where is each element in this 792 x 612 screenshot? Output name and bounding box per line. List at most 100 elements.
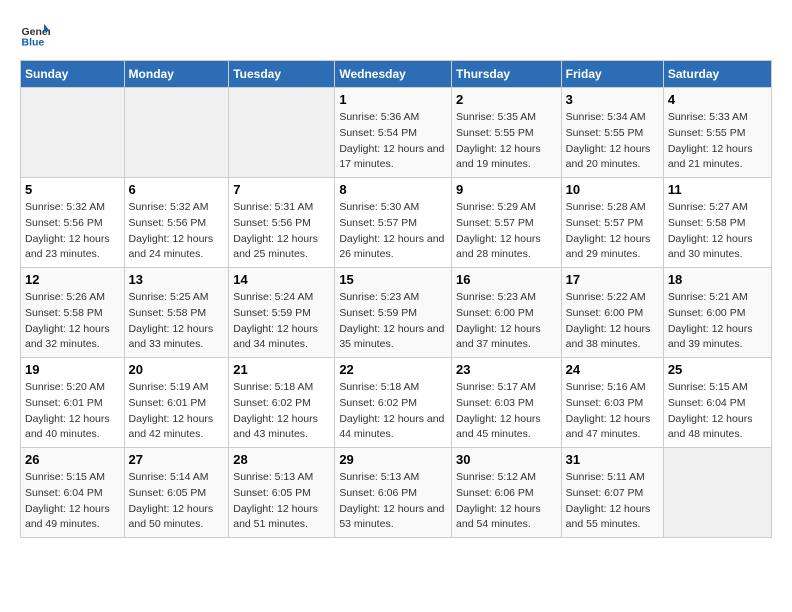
day-cell: 15Sunrise: 5:23 AM Sunset: 5:59 PM Dayli… — [335, 268, 452, 358]
week-row-3: 12 Sunrise: 5:26 AM Sunset: 5:58 PM Dayli… — [21, 268, 772, 358]
day-info: Sunrise: 5:31 AM Sunset: 5:56 PM Dayligh… — [233, 200, 330, 263]
day-cell: 25 Sunrise: 5:15 AM Sunset: 6:04 PM Dayli… — [663, 358, 771, 448]
day-info: Sunrise: 5:25 AM Sunset: 5:58 PM Dayligh… — [129, 290, 225, 353]
day-number: 7 — [233, 182, 330, 197]
day-number: 20 — [129, 362, 225, 377]
day-number: 22 — [339, 362, 447, 377]
day-info: Sunrise: 5:15 AM Sunset: 6:04 PM Dayligh… — [25, 470, 120, 533]
day-cell: 11 Sunrise: 5:27 AM Sunset: 5:58 PM Dayli… — [663, 178, 771, 268]
day-info: Sunrise: 5:29 AM Sunset: 5:57 PM Dayligh… — [456, 200, 557, 263]
day-cell: 7 Sunrise: 5:31 AM Sunset: 5:56 PM Daylig… — [229, 178, 335, 268]
day-cell: 13 Sunrise: 5:25 AM Sunset: 5:58 PM Dayli… — [124, 268, 229, 358]
day-info: Sunrise: 5:30 AM Sunset: 5:57 PM Dayligh… — [339, 200, 447, 263]
day-number: 11 — [668, 182, 767, 197]
day-number: 12 — [25, 272, 120, 287]
day-info: Sunrise: 5:24 AM Sunset: 5:59 PM Dayligh… — [233, 290, 330, 353]
logo: General Blue — [20, 20, 54, 50]
day-number: 26 — [25, 452, 120, 467]
day-cell: 18Sunrise: 5:21 AM Sunset: 6:00 PM Dayli… — [663, 268, 771, 358]
day-header-thursday: Thursday — [452, 61, 562, 88]
day-info: Sunrise: 5:18 AM Sunset: 6:02 PM Dayligh… — [233, 380, 330, 443]
day-info: Sunrise: 5:20 AM Sunset: 6:01 PM Dayligh… — [25, 380, 120, 443]
day-cell: 20Sunrise: 5:19 AM Sunset: 6:01 PM Dayli… — [124, 358, 229, 448]
day-info: Sunrise: 5:36 AM Sunset: 5:54 PM Dayligh… — [339, 110, 447, 173]
day-cell: 30 Sunrise: 5:12 AM Sunset: 6:06 PM Dayli… — [452, 448, 562, 538]
day-cell: 2 Sunrise: 5:35 AM Sunset: 5:55 PM Daylig… — [452, 88, 562, 178]
day-cell: 4 Sunrise: 5:33 AM Sunset: 5:55 PM Daylig… — [663, 88, 771, 178]
day-info: Sunrise: 5:17 AM Sunset: 6:03 PM Dayligh… — [456, 380, 557, 443]
day-cell: 8 Sunrise: 5:30 AM Sunset: 5:57 PM Daylig… — [335, 178, 452, 268]
day-number: 10 — [566, 182, 659, 197]
day-info: Sunrise: 5:27 AM Sunset: 5:58 PM Dayligh… — [668, 200, 767, 263]
day-cell: 26 Sunrise: 5:15 AM Sunset: 6:04 PM Dayli… — [21, 448, 125, 538]
day-header-friday: Friday — [561, 61, 663, 88]
day-info: Sunrise: 5:35 AM Sunset: 5:55 PM Dayligh… — [456, 110, 557, 173]
day-info: Sunrise: 5:32 AM Sunset: 5:56 PM Dayligh… — [25, 200, 120, 263]
day-number: 13 — [129, 272, 225, 287]
day-cell: 19 Sunrise: 5:20 AM Sunset: 6:01 PM Dayli… — [21, 358, 125, 448]
day-cell: 23 Sunrise: 5:17 AM Sunset: 6:03 PM Dayli… — [452, 358, 562, 448]
day-number: 4 — [668, 92, 767, 107]
day-cell: 3Sunrise: 5:34 AM Sunset: 5:55 PM Daylig… — [561, 88, 663, 178]
day-info: Sunrise: 5:26 AM Sunset: 5:58 PM Dayligh… — [25, 290, 120, 353]
day-cell: 29 Sunrise: 5:13 AM Sunset: 6:06 PM Dayli… — [335, 448, 452, 538]
day-number: 27 — [129, 452, 225, 467]
day-header-monday: Monday — [124, 61, 229, 88]
day-info: Sunrise: 5:12 AM Sunset: 6:06 PM Dayligh… — [456, 470, 557, 533]
day-info: Sunrise: 5:16 AM Sunset: 6:03 PM Dayligh… — [566, 380, 659, 443]
day-number: 23 — [456, 362, 557, 377]
day-cell — [663, 448, 771, 538]
day-number: 6 — [129, 182, 225, 197]
day-number: 9 — [456, 182, 557, 197]
day-cell — [21, 88, 125, 178]
day-cell: 31 Sunrise: 5:11 AM Sunset: 6:07 PM Dayli… — [561, 448, 663, 538]
day-info: Sunrise: 5:11 AM Sunset: 6:07 PM Dayligh… — [566, 470, 659, 533]
week-row-5: 26 Sunrise: 5:15 AM Sunset: 6:04 PM Dayli… — [21, 448, 772, 538]
day-cell — [229, 88, 335, 178]
logo-icon: General Blue — [20, 20, 50, 50]
day-number: 24 — [566, 362, 659, 377]
day-header-tuesday: Tuesday — [229, 61, 335, 88]
week-row-2: 5 Sunrise: 5:32 AM Sunset: 5:56 PM Daylig… — [21, 178, 772, 268]
day-number: 21 — [233, 362, 330, 377]
day-info: Sunrise: 5:22 AM Sunset: 6:00 PM Dayligh… — [566, 290, 659, 353]
day-info: Sunrise: 5:14 AM Sunset: 6:05 PM Dayligh… — [129, 470, 225, 533]
day-header-sunday: Sunday — [21, 61, 125, 88]
day-info: Sunrise: 5:34 AM Sunset: 5:55 PM Dayligh… — [566, 110, 659, 173]
week-row-1: 1 Sunrise: 5:36 AM Sunset: 5:54 PM Daylig… — [21, 88, 772, 178]
day-info: Sunrise: 5:13 AM Sunset: 6:06 PM Dayligh… — [339, 470, 447, 533]
day-number: 19 — [25, 362, 120, 377]
day-cell: 6 Sunrise: 5:32 AM Sunset: 5:56 PM Daylig… — [124, 178, 229, 268]
day-info: Sunrise: 5:13 AM Sunset: 6:05 PM Dayligh… — [233, 470, 330, 533]
day-info: Sunrise: 5:18 AM Sunset: 6:02 PM Dayligh… — [339, 380, 447, 443]
day-header-saturday: Saturday — [663, 61, 771, 88]
calendar-table: SundayMondayTuesdayWednesdayThursdayFrid… — [20, 60, 772, 538]
day-info: Sunrise: 5:23 AM Sunset: 6:00 PM Dayligh… — [456, 290, 557, 353]
week-row-4: 19 Sunrise: 5:20 AM Sunset: 6:01 PM Dayli… — [21, 358, 772, 448]
day-cell: 1 Sunrise: 5:36 AM Sunset: 5:54 PM Daylig… — [335, 88, 452, 178]
day-cell: 9 Sunrise: 5:29 AM Sunset: 5:57 PM Daylig… — [452, 178, 562, 268]
day-cell: 22 Sunrise: 5:18 AM Sunset: 6:02 PM Dayli… — [335, 358, 452, 448]
day-info: Sunrise: 5:21 AM Sunset: 6:00 PM Dayligh… — [668, 290, 767, 353]
day-number: 31 — [566, 452, 659, 467]
day-number: 28 — [233, 452, 330, 467]
day-cell: 10 Sunrise: 5:28 AM Sunset: 5:57 PM Dayli… — [561, 178, 663, 268]
day-cell: 17Sunrise: 5:22 AM Sunset: 6:00 PM Dayli… — [561, 268, 663, 358]
day-cell: 16Sunrise: 5:23 AM Sunset: 6:00 PM Dayli… — [452, 268, 562, 358]
day-info: Sunrise: 5:33 AM Sunset: 5:55 PM Dayligh… — [668, 110, 767, 173]
day-cell: 27 Sunrise: 5:14 AM Sunset: 6:05 PM Dayli… — [124, 448, 229, 538]
day-header-wednesday: Wednesday — [335, 61, 452, 88]
day-number: 2 — [456, 92, 557, 107]
days-header-row: SundayMondayTuesdayWednesdayThursdayFrid… — [21, 61, 772, 88]
day-number: 1 — [339, 92, 447, 107]
day-cell — [124, 88, 229, 178]
day-info: Sunrise: 5:28 AM Sunset: 5:57 PM Dayligh… — [566, 200, 659, 263]
day-number: 29 — [339, 452, 447, 467]
day-number: 25 — [668, 362, 767, 377]
day-number: 8 — [339, 182, 447, 197]
day-number: 5 — [25, 182, 120, 197]
day-cell: 5 Sunrise: 5:32 AM Sunset: 5:56 PM Daylig… — [21, 178, 125, 268]
day-info: Sunrise: 5:32 AM Sunset: 5:56 PM Dayligh… — [129, 200, 225, 263]
day-number: 30 — [456, 452, 557, 467]
day-info: Sunrise: 5:15 AM Sunset: 6:04 PM Dayligh… — [668, 380, 767, 443]
